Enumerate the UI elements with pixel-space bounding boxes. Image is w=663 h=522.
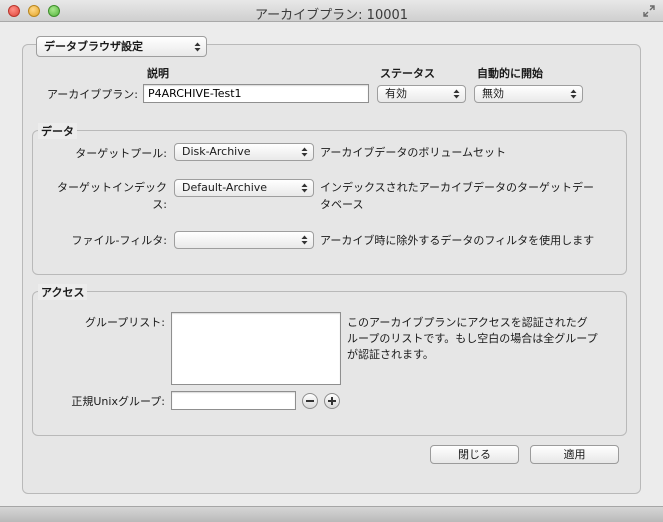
autostart-popup[interactable]: 無効 [474, 85, 583, 103]
group-list-note-line3: が認証されます。 [347, 348, 434, 361]
file-filter-label: ファイル-フィルタ: [71, 234, 167, 247]
remove-group-button[interactable] [302, 393, 318, 409]
unix-group-field[interactable] [171, 391, 296, 410]
chevron-updown-icon [453, 89, 460, 99]
chevron-updown-icon [301, 183, 308, 193]
apply-button[interactable]: 適用 [530, 445, 619, 464]
view-selector-popup[interactable]: データブラウザ設定 [36, 36, 207, 57]
data-section-title: データ [38, 123, 77, 139]
title-bar: アーカイブプラン: 10001 [0, 0, 663, 23]
group-list-box[interactable] [171, 312, 341, 385]
target-pool-value: Disk-Archive [182, 145, 251, 158]
target-index-label-line1: ターゲットインデック [57, 181, 167, 194]
target-pool-popup[interactable]: Disk-Archive [174, 143, 314, 161]
group-list-note-line2: ループのリストです。もし空白の場合は全グループ [347, 332, 598, 345]
plus-icon [328, 397, 336, 405]
close-button[interactable]: 閉じる [430, 445, 519, 464]
chevron-updown-icon [301, 235, 308, 245]
unix-group-label: 正規Unixグループ: [71, 395, 165, 408]
status-popup[interactable]: 有効 [377, 85, 466, 103]
group-list-label: グループリスト: [84, 316, 165, 329]
target-index-popup[interactable]: Default-Archive [174, 179, 314, 197]
status-value: 有効 [385, 87, 407, 100]
add-group-button[interactable] [324, 393, 340, 409]
target-pool-label: ターゲットプール: [75, 147, 167, 160]
target-index-value: Default-Archive [182, 181, 268, 194]
chevron-updown-icon [301, 147, 308, 157]
fullscreen-icon[interactable] [642, 4, 656, 18]
target-pool-note: アーカイブデータのボリュームセット [320, 146, 507, 159]
target-index-note-line2: タベース [320, 198, 364, 211]
access-section-title: アクセス [38, 284, 88, 300]
description-field[interactable] [143, 84, 369, 103]
chevron-updown-icon [570, 89, 577, 99]
group-list-note-line1: このアーカイブプランにアクセスを認証されたグ [347, 316, 588, 329]
archive-plan-label: アーカイブプラン: [46, 88, 138, 101]
file-filter-popup[interactable] [174, 231, 314, 249]
autostart-value: 無効 [482, 87, 504, 100]
target-index-label-line2: ス: [152, 198, 167, 211]
window-title: アーカイブプラン: 10001 [254, 8, 409, 23]
status-heading: ステータス [380, 67, 435, 80]
autostart-heading: 自動的に開始 [477, 67, 543, 80]
description-heading: 説明 [147, 67, 169, 80]
chevron-updown-icon [194, 42, 201, 52]
target-index-note-line1: インデックスされたアーカイブデータのターゲットデー [320, 181, 595, 194]
minus-icon [306, 400, 314, 402]
view-selector-value: データブラウザ設定 [44, 40, 143, 53]
file-filter-note: アーカイブ時に除外するデータのフィルタを使用します [320, 234, 595, 247]
window-bottom-bar [0, 506, 663, 522]
